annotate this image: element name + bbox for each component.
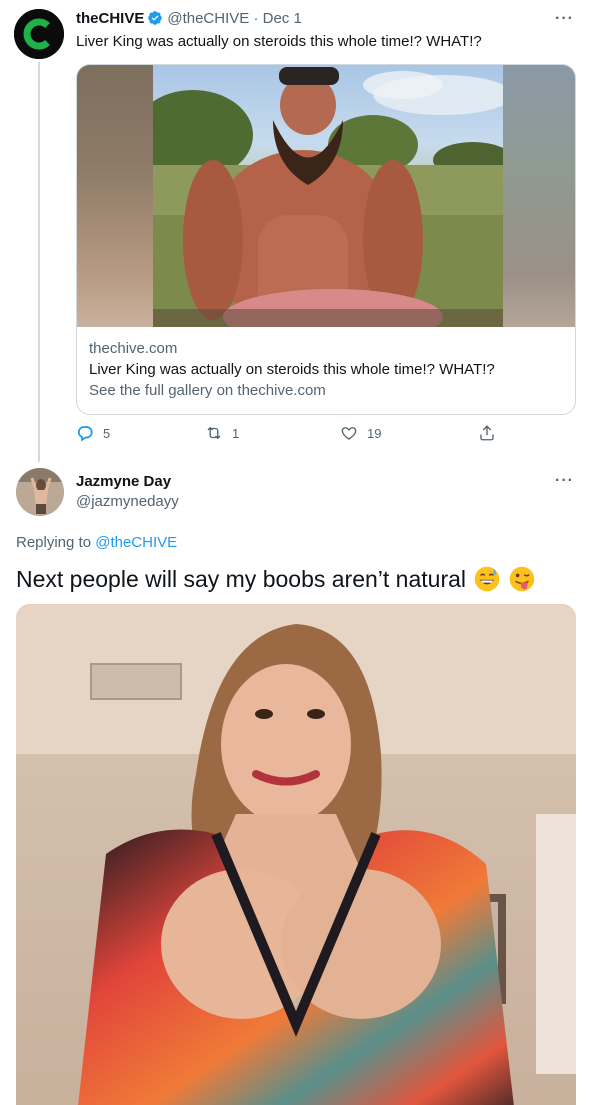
card-domain: thechive.com — [89, 340, 178, 357]
tweet-header: theCHIVE @theCHIVE · Dec 1 — [76, 10, 302, 28]
tweet-jazmyne[interactable]: Jazmyne Day @jazmynedayy ··· Replying to… — [0, 460, 600, 1105]
like-count: 19 — [367, 425, 382, 441]
heart-icon — [341, 427, 357, 440]
profile-photo — [16, 468, 64, 516]
retweet-button[interactable]: 1 — [205, 424, 239, 442]
card-image-blur-left — [77, 65, 153, 327]
chive-logo-icon — [14, 9, 64, 59]
replying-to: Replying to @theCHIVE — [16, 534, 177, 552]
card-image-blur-right — [503, 65, 575, 327]
retweet-icon — [207, 426, 221, 440]
share-button[interactable] — [478, 424, 505, 442]
card-body: thechive.com Liver King was actually on … — [89, 339, 495, 401]
replying-label: Replying to — [16, 534, 92, 551]
card-image — [77, 65, 575, 327]
separator-dot: · — [253, 10, 259, 27]
tweet-date[interactable]: Dec 1 — [263, 10, 302, 27]
tweet-actions: 5 1 19 — [76, 424, 506, 448]
thread-connector-line — [38, 62, 40, 462]
more-options-icon[interactable]: ··· — [555, 10, 574, 28]
tweet-text-line: Next people will say my boobs aren’t nat… — [16, 564, 535, 594]
grinning-sweat-emoji-icon — [475, 566, 500, 592]
avatar[interactable] — [14, 9, 64, 59]
avatar[interactable] — [16, 468, 64, 516]
share-icon — [480, 425, 494, 441]
author-handle[interactable]: @jazmynedayy — [76, 493, 179, 511]
reply-button[interactable]: 5 — [76, 424, 110, 442]
tweet-text: Next people will say my boobs aren’t nat… — [16, 566, 467, 592]
like-button[interactable]: 19 — [340, 424, 381, 442]
card-description: See the full gallery on thechive.com — [89, 382, 326, 399]
retweet-count: 1 — [232, 425, 240, 441]
author-handle[interactable]: @theCHIVE — [167, 10, 249, 27]
tweet-thechive[interactable]: theCHIVE @theCHIVE · Dec 1 ··· Liver King… — [0, 0, 600, 462]
reply-icon — [77, 426, 93, 442]
card-title: Liver King was actually on steroids this… — [89, 361, 495, 378]
link-card[interactable]: thechive.com Liver King was actually on … — [76, 64, 576, 415]
author-name[interactable]: theCHIVE — [76, 10, 144, 27]
replying-mention-link[interactable]: @theCHIVE — [95, 534, 177, 551]
author-name[interactable]: Jazmyne Day — [76, 473, 171, 491]
tweet-photo-image — [16, 604, 576, 1105]
verified-badge-icon — [148, 11, 163, 25]
tweet-text: Liver King was actually on steroids this… — [76, 33, 482, 50]
tweet-photo[interactable] — [16, 604, 576, 1105]
winking-tongue-emoji-icon — [509, 566, 535, 592]
more-options-icon[interactable]: ··· — [555, 472, 574, 490]
card-photo — [153, 65, 503, 327]
reply-count: 5 — [103, 425, 111, 441]
